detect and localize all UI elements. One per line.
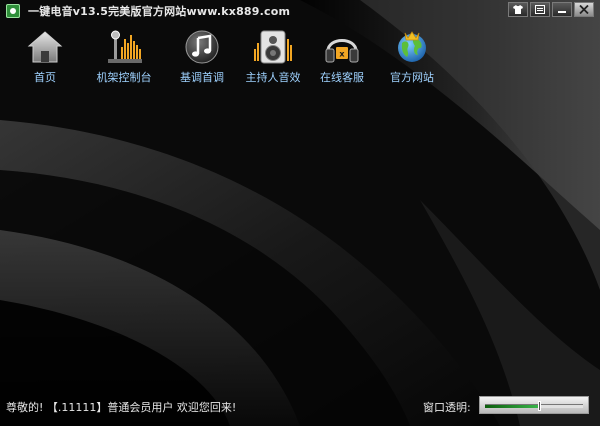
welcome-status-text: 尊敬的! 【.11111】普通会员用户 欢迎您回来! xyxy=(6,401,237,414)
music-note-icon xyxy=(182,28,222,66)
close-button[interactable] xyxy=(574,2,594,17)
opacity-slider[interactable] xyxy=(479,396,589,414)
svg-text:x: x xyxy=(339,50,345,59)
toolbar-item-mixer[interactable]: 机架控制台 xyxy=(88,28,160,85)
main-toolbar: 首页 机架控制台 基调首调 主持人音效 x 在线客服 官方网站 xyxy=(22,28,438,85)
opacity-slider-track[interactable] xyxy=(485,401,583,411)
toolbar-item-label: 基调首调 xyxy=(180,71,224,84)
globe-icon xyxy=(392,28,432,66)
window-title: 一键电音v13.5完美版官方网站www.kx889.com xyxy=(28,5,291,18)
toolbar-item-official-site[interactable]: 官方网站 xyxy=(386,28,438,85)
opacity-label: 窗口透明: xyxy=(423,401,471,414)
toolbar-item-home[interactable]: 首页 xyxy=(22,28,68,85)
headphones-icon: x xyxy=(322,28,362,66)
opacity-slider-thumb[interactable] xyxy=(537,401,541,411)
close-icon xyxy=(579,5,589,14)
home-icon xyxy=(25,28,65,66)
toolbar-item-label: 在线客服 xyxy=(320,71,364,84)
toolbar-item-label: 官方网站 xyxy=(390,71,434,84)
toolbar-item-label: 主持人音效 xyxy=(245,71,301,84)
toolbar-item-online-service[interactable]: x 在线客服 xyxy=(316,28,368,85)
app-window: 一键电音v13.5完美版官方网站www.kx889.com 首页 机架控制台 基… xyxy=(0,0,600,426)
toolbar-item-label: 机架控制台 xyxy=(96,71,152,84)
window-controls xyxy=(508,2,594,17)
mixer-icon xyxy=(104,28,144,66)
minimize-icon xyxy=(558,11,566,13)
toolbar-item-tuning[interactable]: 基调首调 xyxy=(174,28,230,85)
app-logo-icon xyxy=(6,4,20,18)
menu-button[interactable] xyxy=(530,2,550,17)
toolbar-item-host-effects[interactable]: 主持人音效 xyxy=(242,28,304,85)
opacity-slider-fill xyxy=(485,405,539,408)
menu-icon xyxy=(535,5,545,14)
toolbar-item-label: 首页 xyxy=(34,71,56,84)
minimize-button[interactable] xyxy=(552,2,572,17)
title-bar[interactable]: 一键电音v13.5完美版官方网站www.kx889.com xyxy=(0,0,600,22)
tshirt-icon xyxy=(513,5,523,14)
skin-button[interactable] xyxy=(508,2,528,17)
speaker-icon xyxy=(253,28,293,66)
